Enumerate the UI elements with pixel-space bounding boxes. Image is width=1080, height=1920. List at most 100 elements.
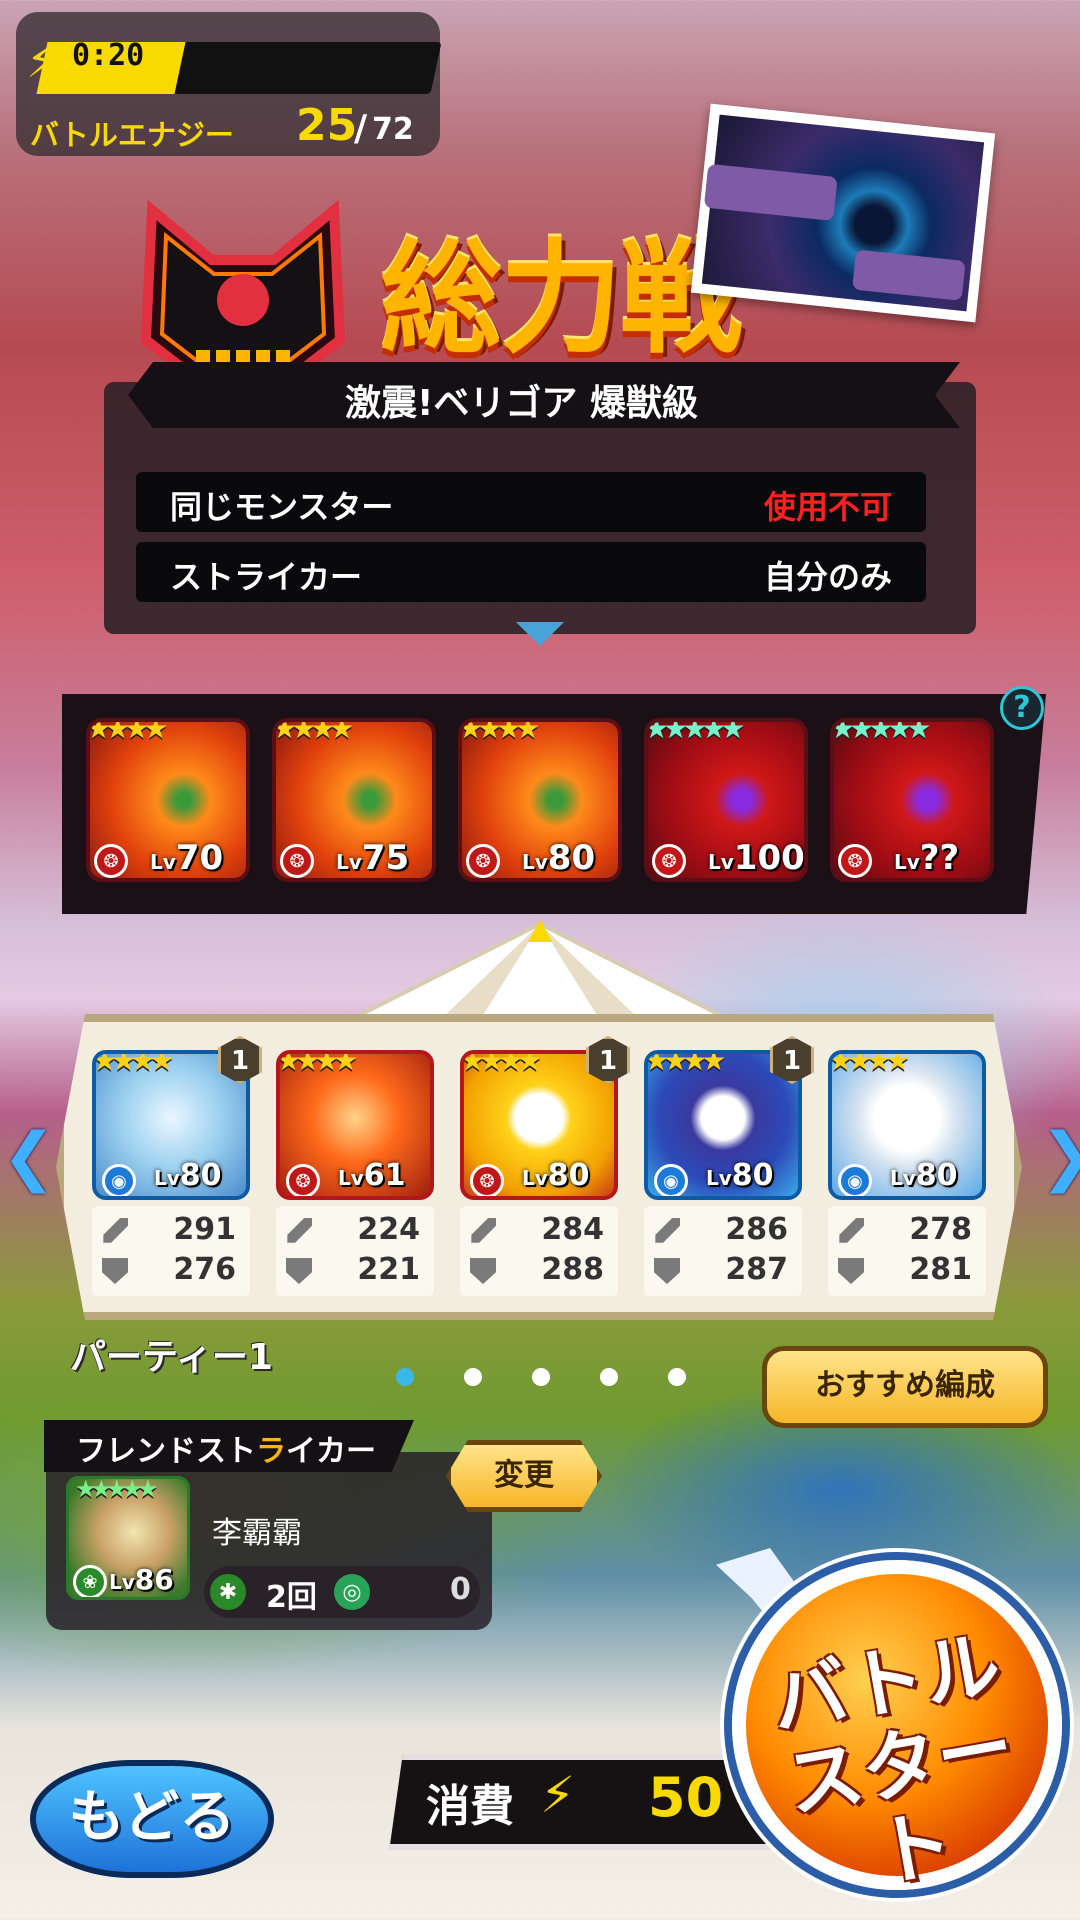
party-prev-arrow-icon[interactable]: ❮: [2, 1120, 56, 1194]
party-member-slot[interactable]: ★★★★ ❂ Lv80 1 284 288: [460, 1036, 630, 1298]
member-level: Lv61: [338, 1158, 406, 1193]
member-stats: 286 287: [644, 1206, 802, 1296]
page-dot[interactable]: [464, 1368, 482, 1386]
cost-label: 消費: [426, 1781, 514, 1832]
recommend-formation-button[interactable]: おすすめ編成: [762, 1346, 1048, 1428]
enemy-rarity-stars: ★★★★: [272, 718, 354, 745]
level-value: 80: [731, 1158, 774, 1193]
member-level: Lv80: [522, 1158, 590, 1193]
attack-value: 284: [541, 1212, 604, 1247]
sword-icon: [471, 1218, 496, 1243]
tent-decoration: [349, 920, 731, 1020]
fire-element-icon: ❂: [94, 844, 128, 878]
shield-icon: [654, 1258, 680, 1284]
party-member-card[interactable]: ★★★★ ❂ Lv61: [276, 1050, 434, 1200]
battle-start-label: バトル スタート: [748, 1619, 1052, 1913]
back-button[interactable]: もどる: [30, 1760, 274, 1878]
rule-key: 同じモンスター: [170, 488, 394, 526]
shield-icon: [470, 1258, 496, 1284]
party-next-arrow-icon[interactable]: ❯: [1040, 1120, 1080, 1194]
member-stats: 224 221: [276, 1206, 434, 1296]
friend-label-a: フレンドスト: [76, 1434, 256, 1469]
enemy-card[interactable]: ★★★★ ❂ Lv75: [272, 718, 436, 882]
rule-value: 使用不可: [763, 488, 892, 526]
member-defense: 287: [654, 1252, 794, 1292]
enemy-card[interactable]: ★★★★★ ❂ Lv100: [644, 718, 808, 882]
enemy-card[interactable]: ★★★★ ❂ Lv70: [86, 718, 250, 882]
attack-value: 278: [909, 1212, 972, 1247]
level-prefix: Lv: [890, 1166, 916, 1190]
level-value: 80: [179, 1158, 222, 1193]
level-prefix: Lv: [109, 1570, 135, 1594]
fire-element-icon: ❂: [286, 1164, 320, 1196]
member-defense: 276: [102, 1252, 242, 1292]
friend-label-highlight: ラ: [256, 1434, 286, 1469]
page-dot[interactable]: [668, 1368, 686, 1386]
member-rarity-stars: ★★★★: [92, 1050, 174, 1077]
friend-extra-value: 0: [450, 1572, 471, 1607]
water-element-icon: ◉: [102, 1164, 136, 1196]
shield-icon: [838, 1258, 864, 1284]
member-attack: 284: [470, 1212, 610, 1252]
party-member-slot[interactable]: ★★★★ ◉ Lv80 278 281: [828, 1050, 986, 1298]
fire-element-icon: ❂: [470, 1164, 504, 1196]
quest-title: 総力戦: [380, 226, 742, 370]
party-member-slot[interactable]: ★★★★ ❂ Lv61 224 221: [276, 1050, 434, 1298]
stage-preview-image: [690, 103, 996, 323]
attack-value: 224: [357, 1212, 420, 1247]
energy-timer: 0:20: [72, 38, 145, 73]
enemy-level: Lv80: [522, 838, 595, 878]
page-dot[interactable]: [396, 1368, 414, 1386]
shield-icon: [102, 1258, 128, 1284]
level-prefix: Lv: [522, 850, 548, 874]
enemy-level: Lv??: [894, 838, 959, 878]
change-friend-button[interactable]: 変更: [446, 1440, 602, 1512]
fire-element-icon: ❂: [280, 844, 314, 878]
wood-element-icon: ❀: [73, 1565, 107, 1597]
party-member-slot[interactable]: ★★★★ ◉ Lv80 1 291 276: [92, 1036, 262, 1298]
enemy-rarity-stars: ★★★★: [458, 718, 540, 745]
party-name: パーティー1: [70, 1337, 273, 1378]
member-level: Lv80: [154, 1158, 222, 1193]
enemy-rarity-stars: ★★★★★: [644, 718, 745, 745]
member-stats: 284 288: [460, 1206, 618, 1296]
attack-value: 286: [725, 1212, 788, 1247]
level-prefix: Lv: [154, 1166, 180, 1190]
shield-icon: [286, 1258, 312, 1284]
level-prefix: Lv: [150, 850, 176, 874]
friend-level: Lv86: [109, 1563, 174, 1596]
enemy-rarity-stars: ★★★★★: [830, 718, 931, 745]
help-icon[interactable]: ?: [1000, 686, 1044, 730]
defense-value: 221: [357, 1252, 420, 1287]
energy-label: バトルエナジー: [30, 118, 234, 152]
enemy-level: Lv75: [336, 838, 409, 878]
enemy-level: Lv70: [150, 838, 223, 878]
enemy-card[interactable]: ★★★★★ ❂ Lv??: [830, 718, 994, 882]
fire-element-icon: ❂: [652, 844, 686, 878]
attack-value: 291: [173, 1212, 236, 1247]
friend-monster-card[interactable]: ★★★★★ ❀ Lv86: [66, 1476, 190, 1600]
energy-max: 72: [372, 112, 414, 147]
sword-icon: [839, 1218, 864, 1243]
enemy-card[interactable]: ★★★★ ❂ Lv80: [458, 718, 622, 882]
page-dot[interactable]: [600, 1368, 618, 1386]
battle-energy-panel: ⚡ 0:20 バトルエナジー 25 / 72: [16, 12, 442, 156]
friend-bonus-icon: ◎: [334, 1574, 370, 1610]
member-attack: 224: [286, 1212, 426, 1252]
member-attack: 286: [654, 1212, 794, 1252]
level-prefix: Lv: [338, 1166, 364, 1190]
page-dot[interactable]: [532, 1368, 550, 1386]
level-prefix: Lv: [706, 1166, 732, 1190]
defense-value: 281: [909, 1252, 972, 1287]
cost-lightning-icon: ⚡: [540, 1766, 576, 1824]
defense-value: 288: [541, 1252, 604, 1287]
member-defense: 221: [286, 1252, 426, 1292]
level-prefix: Lv: [336, 850, 362, 874]
energy-current: 25: [296, 100, 358, 151]
party-member-card[interactable]: ★★★★ ◉ Lv80: [828, 1050, 986, 1200]
fire-element-icon: ❂: [838, 844, 872, 878]
expand-rules-icon[interactable]: [516, 622, 564, 646]
member-defense: 281: [838, 1252, 978, 1292]
rule-value: 自分のみ: [763, 558, 892, 596]
party-member-slot[interactable]: ★★★★ ◉ Lv80 1 286 287: [644, 1036, 814, 1298]
